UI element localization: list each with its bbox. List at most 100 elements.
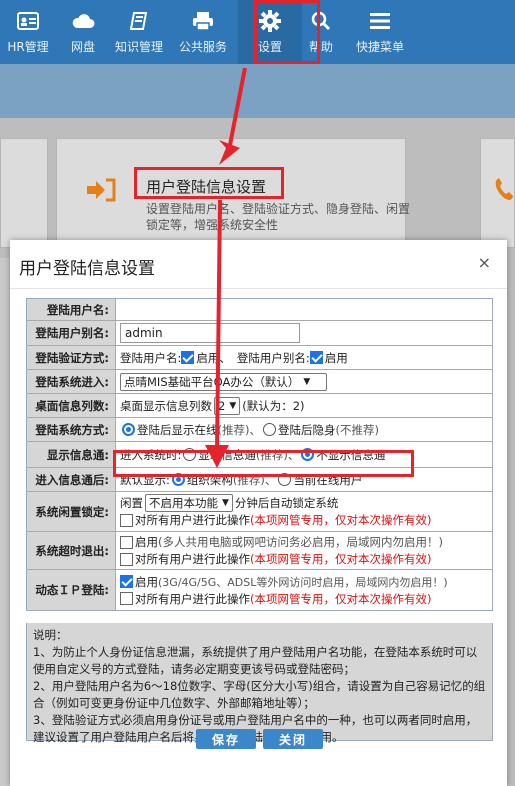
annotation-box-info-pass (113, 450, 414, 477)
note-line: 1、为防止个人身份证信息泄漏，系统提供了用户登陆用户名功能，在登陆本系统时可以使… (33, 645, 478, 676)
row-username: 登陆用户名: (27, 299, 492, 321)
alias-cell: admin (116, 321, 492, 345)
close-button[interactable]: 关闭 (263, 729, 323, 749)
nav-hr[interactable]: HR管理 (0, 0, 56, 64)
dialog-divider (10, 288, 507, 289)
row-idle-lock: 系统闲置锁定: 闲置 不启用本功能 ▼ 分钟后自动锁定系统 对所有用户进行此操作 … (27, 492, 492, 532)
dynamic-ip-enable-checkbox[interactable] (120, 575, 133, 588)
row-dynamic-ip: 动态ＩＰ登陆: 启用 (3G/4G/5G、ADSL等外网访问时启用，局域网内勿启… (27, 570, 492, 610)
login-online-radio[interactable] (122, 423, 135, 436)
login-mode-cell: 登陆后显示在线 (推荐)、 登陆后隐身 (不推荐) (116, 418, 492, 441)
timeout-cell: 启用 (多人共用电脑或网吧访问务必启用，局域网内勿启用！) 对所有用户进行此操作… (116, 532, 492, 569)
row-timeout: 系统超时退出: 启用 (多人共用电脑或网吧访问务必启用，局域网内勿启用！) 对所… (27, 532, 492, 570)
system-select[interactable]: 点晴MIS基础平台OA办公（默认） ▼ (120, 372, 327, 391)
login-opt2-note: (不推荐) (335, 422, 379, 437)
row-label: 进入信息通后: (27, 468, 116, 491)
idle-selected: 不启用本功能 (149, 496, 218, 510)
phone-icon (493, 176, 515, 202)
page-band (0, 64, 515, 118)
login-opt1-note: (推荐)、 (217, 422, 261, 437)
nav-public-service[interactable]: 公共服务 (168, 0, 238, 64)
row-label: 系统超时退出: (27, 532, 116, 569)
row-desktop-columns: 桌面信息列数: 桌面显示信息列数 2 ▼ (默认为：2) (27, 394, 492, 418)
idle-select[interactable]: 不启用本功能 ▼ (145, 494, 233, 512)
chevron-down-icon: ▼ (229, 400, 237, 411)
login-settings-dialog: 用户登陆信息设置 × 登陆用户名: 登陆用户别名: admin 登陆验证方式: … (10, 240, 507, 786)
idle-apply-all-checkbox[interactable] (120, 513, 133, 527)
dynamic-ip-apply-all-checkbox[interactable] (120, 592, 133, 605)
book-icon (127, 10, 151, 32)
login-hidden-radio[interactable] (262, 423, 276, 436)
timeout-apply-all-checkbox[interactable] (120, 552, 133, 566)
verify-line: 登陆用户名: 启用、 登陆用户别名: 启用 (120, 349, 488, 366)
verify-text-username: 登陆用户名: (120, 350, 182, 365)
row-label: 登陆用户名: (27, 299, 116, 320)
dynamic-ip-apply-note: (本项网管专用，仅对本次操作有效) (250, 591, 432, 606)
dynamic-ip-apply-all: 对所有用户进行此操作 (135, 591, 250, 606)
timeout-enable: 启用 (135, 535, 158, 549)
menu-icon (368, 10, 392, 32)
dynamic-ip-enable: 启用 (135, 574, 158, 589)
idle-lock-cell: 闲置 不启用本功能 ▼ 分钟后自动锁定系统 对所有用户进行此操作 (本项网管专用，… (116, 492, 492, 531)
note-line: 3、登陆验证方式必须启用身份证号或用户登陆用户名中的一种，也可以两者同时启用，建… (33, 713, 478, 744)
idle-apply-note: (本项网管专用，仅对本次操作有效) (250, 513, 432, 527)
nav-label: 快捷菜单 (355, 40, 404, 54)
idle-prefix: 闲置 (120, 496, 143, 510)
login-opt2: 登陆后隐身 (277, 422, 336, 437)
login-opt1: 登陆后显示在线 (137, 422, 218, 437)
verify-opt1: 启用、 (196, 350, 231, 365)
row-label: 登陆验证方式: (27, 346, 116, 369)
row-verify: 登陆验证方式: 登陆用户名: 启用、 登陆用户别名: 启用 (27, 346, 492, 370)
dialog-title: 用户登陆信息设置 (19, 259, 155, 279)
dynamic-ip-cell: 启用 (3G/4G/5G、ADSL等外网访问时启用，局域网内勿启用！) 对所有用… (116, 570, 492, 610)
printer-icon (191, 10, 215, 32)
desktop-prefix: 桌面显示信息列数 (120, 398, 212, 413)
note-line: 2、用户登陆用户名为6～18位数字、字母(区分大小写)组合，请设置为自己容易记忆… (33, 679, 486, 710)
notes-panel: 说明： 1、为防止个人身份证信息泄漏，系统提供了用户登陆用户名功能，在登陆本系统… (26, 623, 493, 744)
card-left (0, 138, 48, 248)
annotation-box-settings (254, 0, 320, 64)
nav-label: HR管理 (7, 40, 49, 54)
cloud-icon (71, 10, 95, 32)
verify-alias-checkbox[interactable] (309, 351, 323, 364)
row-login-mode: 登陆系统方式: 登陆后显示在线 (推荐)、 登陆后隐身 (不推荐) (27, 418, 492, 442)
desktop-selected: 2 (218, 398, 226, 413)
row-label: 动态ＩＰ登陆: (27, 570, 116, 610)
timeout-enable-note: (多人共用电脑或网吧访问务必启用，局域网内勿启用！) (158, 535, 443, 549)
timeout-apply-all: 对所有用户进行此操作 (135, 552, 250, 566)
page-edge (507, 258, 515, 786)
username-cell (116, 299, 492, 320)
save-button[interactable]: 保存 (196, 729, 256, 749)
alias-input[interactable]: admin (120, 323, 300, 343)
nav-netdisk[interactable]: 网盘 (56, 0, 110, 64)
id-card-icon (16, 10, 40, 32)
row-label: 登陆系统进入: (27, 370, 116, 393)
desktop-columns-select[interactable]: 2 ▼ (214, 396, 241, 415)
idle-suffix: 分钟后自动锁定系统 (234, 496, 339, 510)
notes-title: 说明： (33, 628, 68, 642)
chevron-down-icon: ▼ (303, 376, 311, 387)
row-label: 系统闲置锁定: (27, 492, 116, 531)
nav-knowledge[interactable]: 知识管理 (110, 0, 168, 64)
login-arrow-icon (86, 178, 116, 202)
nav-label: 知识管理 (114, 40, 163, 54)
annotation-box-card (134, 167, 284, 199)
verify-opt2: 启用 (324, 350, 348, 365)
nav-quick-menu[interactable]: 快捷菜单 (340, 0, 420, 64)
system-selected: 点晴MIS基础平台OA办公（默认） (124, 374, 300, 389)
row-label: 显示信息通: (27, 442, 116, 467)
nav-label: 公共服务 (178, 40, 227, 54)
timeout-apply-note: (本项网管专用，仅对本次操作有效) (250, 552, 432, 566)
row-system-entry: 登陆系统进入: 点晴MIS基础平台OA办公（默认） ▼ (27, 370, 492, 394)
row-label: 桌面信息列数: (27, 394, 116, 417)
verify-username-checkbox[interactable] (181, 351, 195, 364)
username-value (120, 301, 488, 318)
row-label: 登陆系统方式: (27, 418, 116, 441)
row-alias: 登陆用户别名: admin (27, 321, 492, 346)
system-cell: 点晴MIS基础平台OA办公（默认） ▼ (116, 370, 492, 393)
desktop-suffix: (默认为：2) (242, 398, 305, 413)
timeout-enable-checkbox[interactable] (120, 535, 133, 549)
desktop-cell: 桌面显示信息列数 2 ▼ (默认为：2) (116, 394, 492, 417)
close-icon[interactable]: × (478, 253, 491, 272)
chevron-down-icon: ▼ (222, 498, 229, 508)
